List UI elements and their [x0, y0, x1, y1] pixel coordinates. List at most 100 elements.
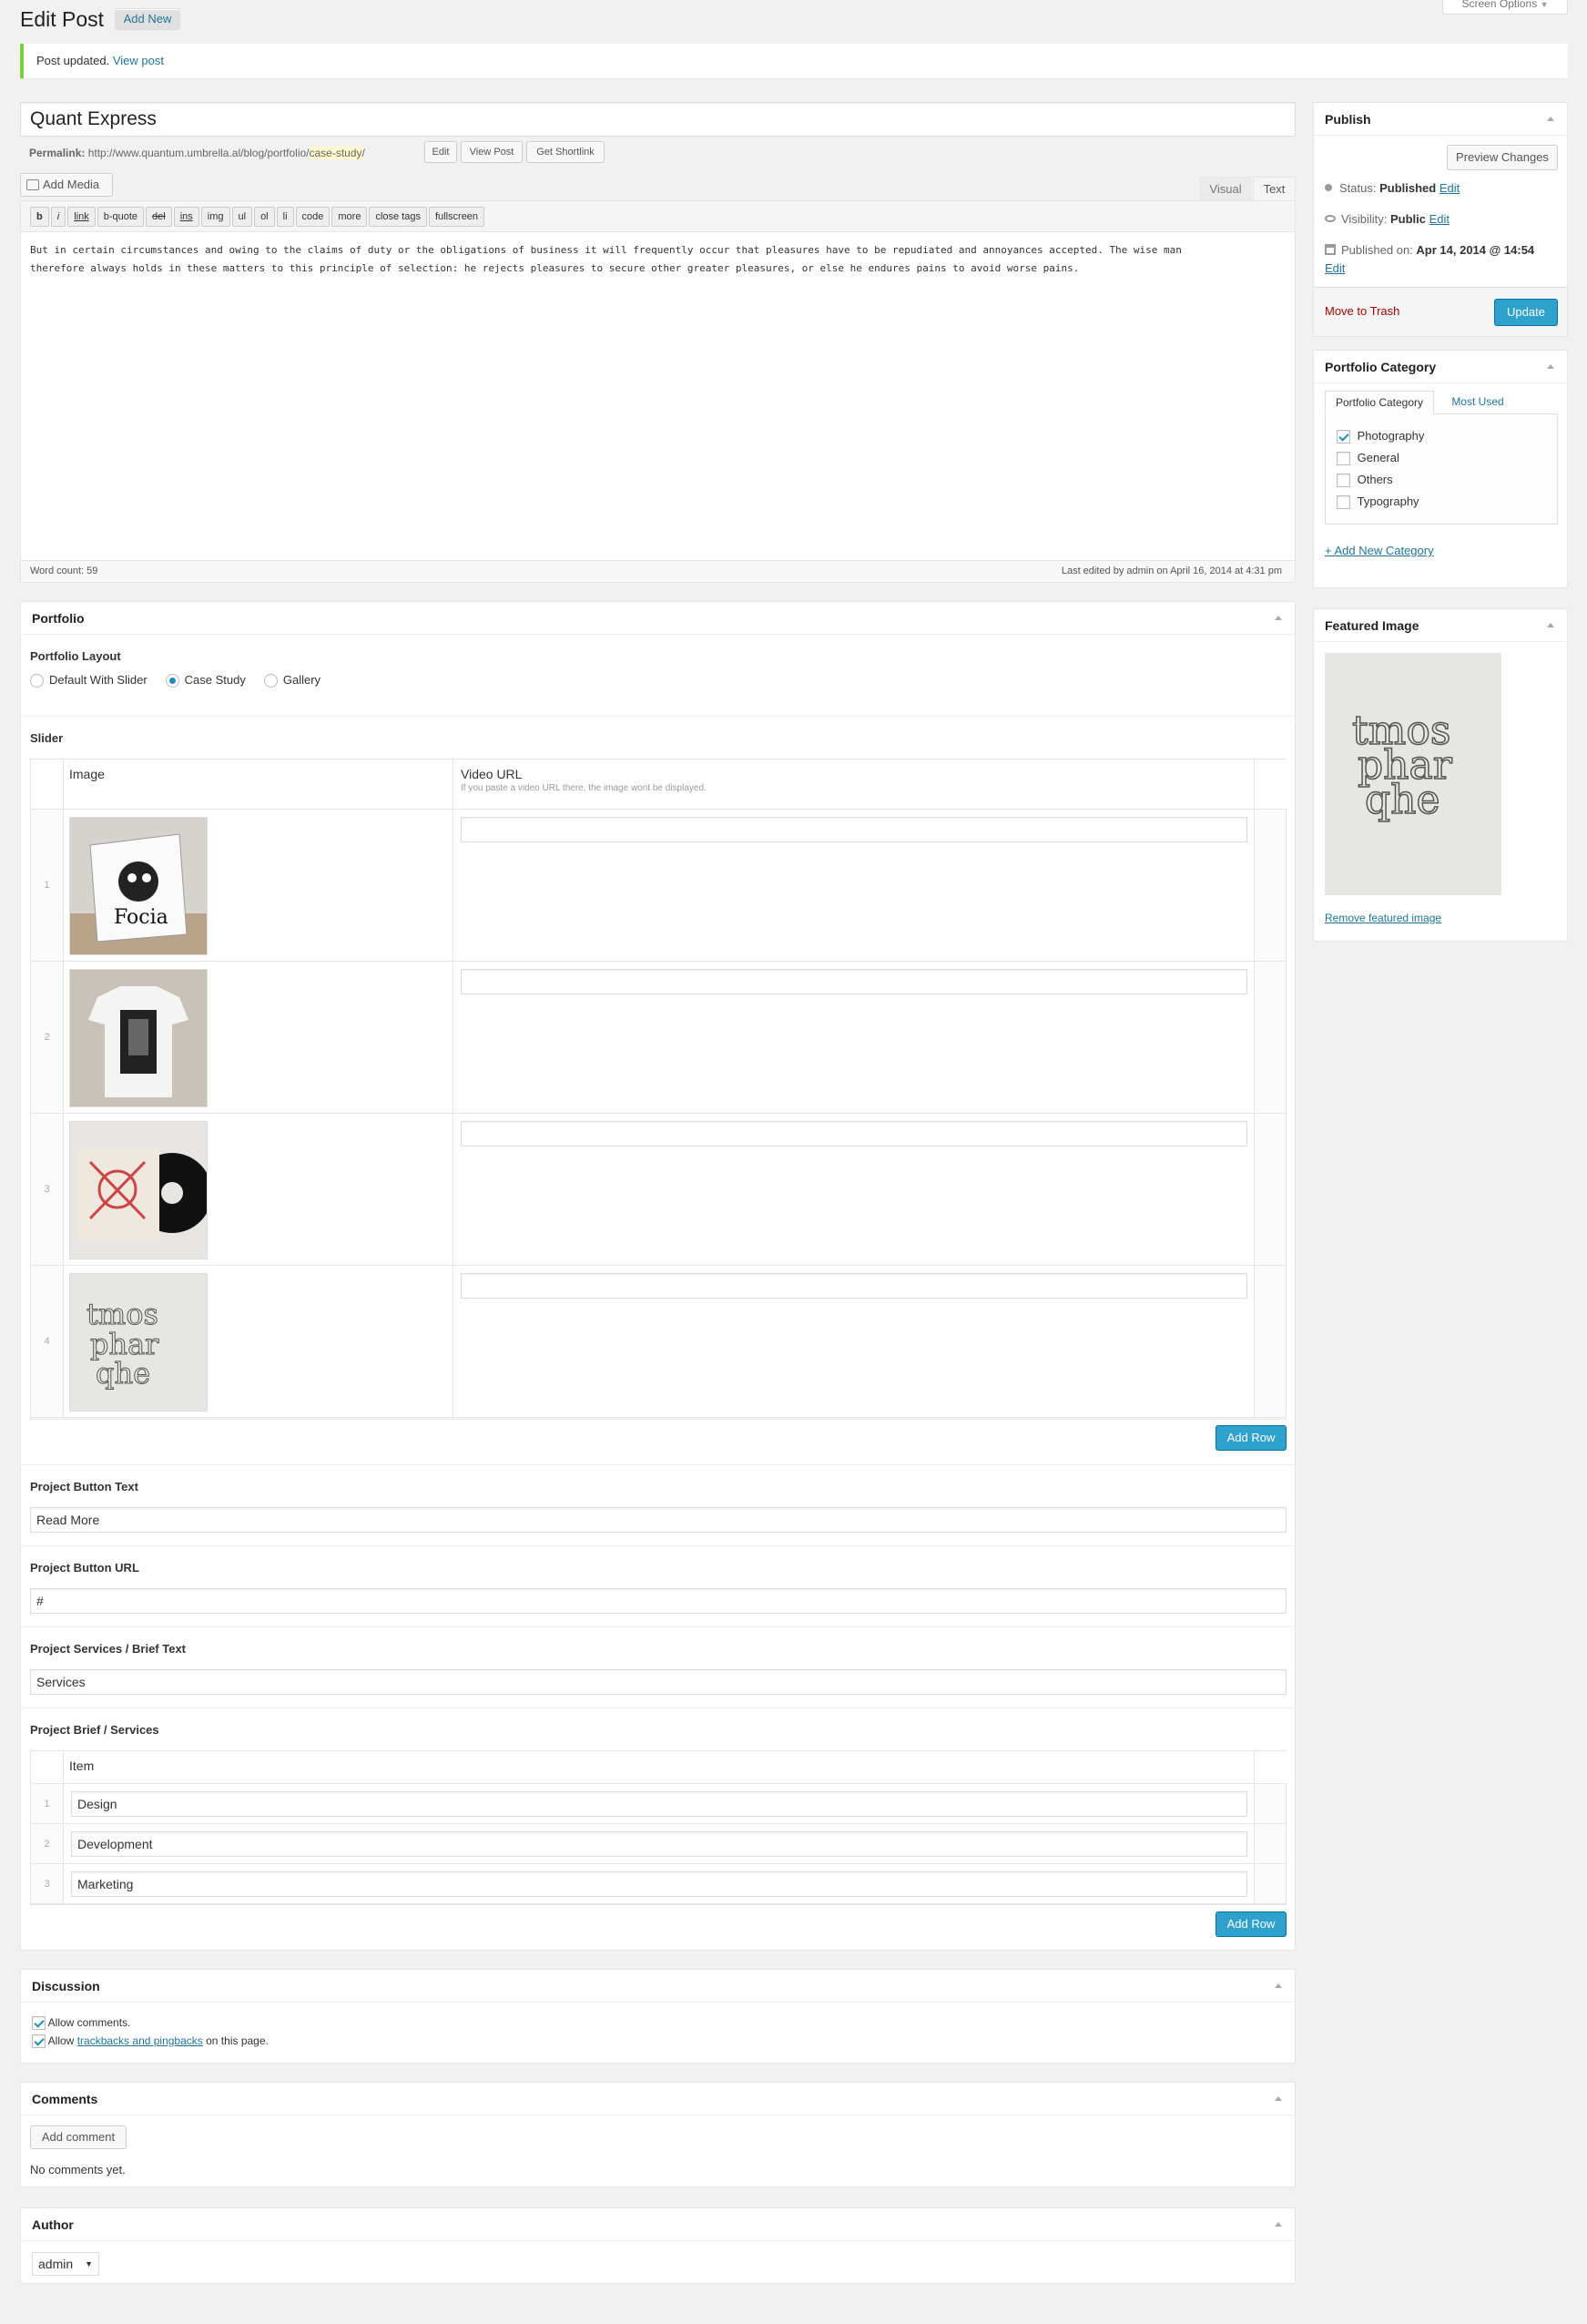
layout-option[interactable]: Default With Slider [30, 673, 148, 688]
row-actions-cell[interactable] [1255, 810, 1287, 962]
add-new-button[interactable]: Add New [115, 8, 180, 30]
video-url-input[interactable] [461, 1273, 1247, 1299]
permalink-slug[interactable]: case-study [309, 147, 362, 159]
portfolio-metabox-header[interactable]: Portfolio [21, 602, 1295, 635]
add-row-button-2[interactable]: Add Row [1216, 1911, 1287, 1937]
visibility-edit-link[interactable]: Edit [1429, 212, 1450, 226]
preview-changes-button[interactable]: Preview Changes [1447, 145, 1558, 170]
collapse-icon[interactable] [1547, 117, 1554, 121]
layout-option[interactable]: Gallery [263, 673, 320, 688]
button-url-input[interactable]: # [30, 1588, 1287, 1614]
status-edit-link[interactable]: Edit [1439, 181, 1460, 195]
row-number[interactable]: 2 [31, 1824, 64, 1864]
brief-item-input[interactable]: Development [71, 1831, 1247, 1857]
view-post-button[interactable]: View Post [461, 141, 523, 163]
row-actions-cell[interactable] [1255, 962, 1287, 1114]
video-url-input[interactable] [461, 969, 1247, 994]
quicktag-button[interactable]: code [295, 207, 331, 227]
video-url-input[interactable] [461, 1121, 1247, 1147]
publish-header[interactable]: Publish [1314, 103, 1567, 136]
quicktag-button[interactable]: del [146, 207, 172, 227]
quicktag-button[interactable]: ol [254, 207, 275, 227]
move-to-trash-link[interactable]: Move to Trash [1325, 304, 1399, 318]
quicktag-button[interactable]: ins [173, 207, 199, 227]
category-checkbox[interactable] [1337, 495, 1350, 510]
row-number[interactable]: 4 [31, 1266, 64, 1418]
remove-featured-image-link[interactable]: Remove featured image [1325, 912, 1441, 924]
quicktag-button[interactable]: b [30, 207, 49, 227]
trackbacks-link[interactable]: trackbacks and pingbacks [77, 2034, 203, 2047]
row-actions-cell[interactable] [1255, 1784, 1287, 1824]
category-header[interactable]: Portfolio Category [1314, 351, 1567, 383]
layout-option[interactable]: Case Study [165, 673, 246, 688]
slider-image-thumb[interactable] [69, 1121, 208, 1259]
row-number[interactable]: 3 [31, 1114, 64, 1266]
row-actions-cell[interactable] [1255, 1114, 1287, 1266]
slider-image-thumb[interactable]: Focia [69, 817, 208, 955]
quicktag-button[interactable]: b-quote [97, 207, 145, 227]
screen-options-tab[interactable]: Screen Options ▼ [1442, 0, 1568, 15]
published-edit-link[interactable]: Edit [1325, 261, 1345, 275]
quicktag-button[interactable]: i [50, 207, 66, 227]
video-url-input[interactable] [461, 817, 1247, 842]
get-shortlink-button[interactable]: Get Shortlink [526, 141, 605, 163]
quicktag-button[interactable]: ul [231, 207, 253, 227]
radio-button[interactable] [263, 674, 278, 688]
category-item[interactable]: Photography [1326, 425, 1557, 447]
tab-text[interactable]: Text [1253, 177, 1296, 201]
add-media-button[interactable]: Add Media [20, 173, 113, 197]
featured-image-header[interactable]: Featured Image [1314, 609, 1567, 642]
author-header[interactable]: Author [21, 2208, 1295, 2241]
add-row-button[interactable]: Add Row [1216, 1425, 1287, 1451]
row-number[interactable]: 3 [31, 1864, 64, 1904]
quicktag-button[interactable]: close tags [369, 207, 427, 227]
brief-item-input[interactable]: Marketing [71, 1871, 1247, 1897]
quicktag-button[interactable]: link [67, 207, 96, 227]
collapse-icon[interactable] [1275, 2222, 1282, 2227]
collapse-icon[interactable] [1547, 364, 1554, 369]
brief-item-input[interactable]: Design [71, 1791, 1247, 1817]
tab-portfolio-category[interactable]: Portfolio Category [1325, 391, 1434, 414]
category-checkbox[interactable] [1337, 452, 1350, 466]
quicktag-button[interactable]: fullscreen [428, 207, 485, 227]
allow-pings-checkbox[interactable] [32, 2034, 46, 2049]
radio-button[interactable] [30, 674, 44, 688]
add-comment-button[interactable]: Add comment [30, 2125, 127, 2149]
row-number[interactable]: 2 [31, 962, 64, 1114]
category-item[interactable]: Typography [1326, 491, 1557, 513]
post-title-input[interactable]: Quant Express [20, 102, 1296, 137]
row-actions-cell[interactable] [1255, 1824, 1287, 1864]
allow-comments-checkbox[interactable] [32, 2016, 46, 2031]
radio-button[interactable] [165, 674, 179, 688]
tab-visual[interactable]: Visual [1200, 177, 1251, 200]
slider-image-thumb[interactable] [69, 969, 208, 1107]
discussion-header[interactable]: Discussion [21, 1970, 1295, 2003]
category-checkbox[interactable] [1337, 474, 1350, 488]
row-number[interactable]: 1 [31, 810, 64, 962]
services-input[interactable]: Services [30, 1669, 1287, 1695]
featured-image-thumbnail[interactable]: tmos phar qhe [1325, 653, 1501, 895]
update-button[interactable]: Update [1494, 299, 1558, 326]
slider-image-thumb[interactable]: tmos phar qhe [69, 1273, 208, 1412]
add-new-category-link[interactable]: + Add New Category [1325, 544, 1434, 557]
view-post-link[interactable]: View post [113, 54, 164, 67]
permalink-edit-button[interactable]: Edit [424, 141, 457, 163]
comments-header[interactable]: Comments [21, 2083, 1295, 2115]
quicktag-button[interactable]: img [200, 207, 230, 227]
category-item[interactable]: Others [1326, 469, 1557, 491]
category-item[interactable]: General [1326, 447, 1557, 469]
row-actions-cell[interactable] [1255, 1266, 1287, 1418]
author-select[interactable]: admin ▼ [32, 2252, 99, 2276]
button-text-input[interactable]: Read More [30, 1507, 1287, 1533]
tab-most-used[interactable]: Most Used [1441, 391, 1514, 414]
collapse-icon[interactable] [1547, 623, 1554, 627]
quicktag-button[interactable]: more [331, 207, 368, 227]
editor-textarea[interactable]: But in certain circumstances and owing t… [21, 232, 1295, 524]
category-checkbox[interactable] [1337, 430, 1350, 444]
quicktag-button[interactable]: li [276, 207, 294, 227]
collapse-icon[interactable] [1275, 616, 1282, 620]
row-actions-cell[interactable] [1255, 1864, 1287, 1904]
row-number[interactable]: 1 [31, 1784, 64, 1824]
collapse-icon[interactable] [1275, 1983, 1282, 1988]
collapse-icon[interactable] [1275, 2096, 1282, 2101]
